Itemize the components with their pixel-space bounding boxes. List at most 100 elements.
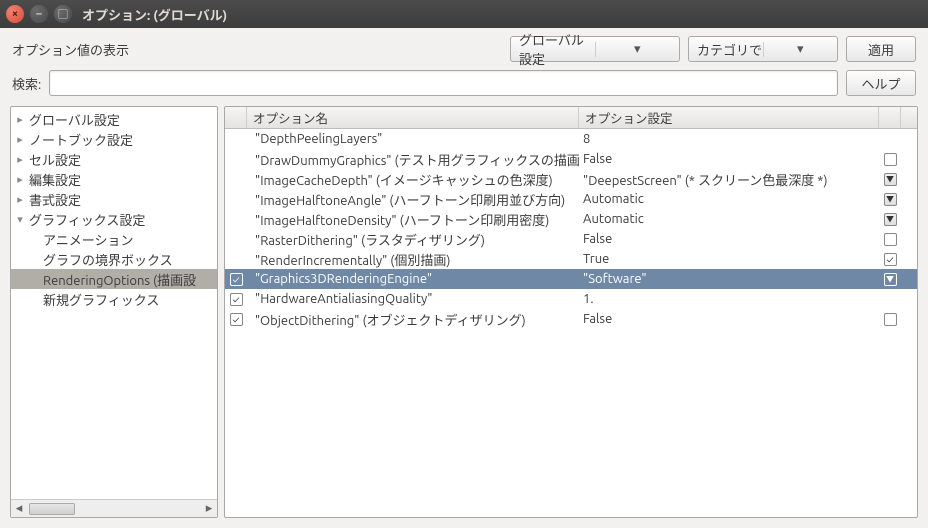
maximize-icon[interactable]: □ <box>54 5 72 23</box>
tree-expand-icon[interactable]: ▸ <box>13 113 27 126</box>
option-control-cell <box>879 213 901 226</box>
help-button[interactable]: ヘルプ <box>846 70 916 96</box>
option-row[interactable]: "ImageHalftoneAngle" (ハーフトーン印刷用並び方向)Auto… <box>225 189 917 209</box>
option-name: "Graphics3DRenderingEngine" <box>247 272 579 286</box>
option-checkbox[interactable] <box>884 313 897 326</box>
option-row[interactable]: "ImageCacheDepth" (イメージキャッシュの色深度)"Deepes… <box>225 169 917 189</box>
option-name: "DrawDummyGraphics" (テスト用グラフィックスの描画) <box>247 150 579 169</box>
tree-item[interactable]: ▾グラフィックス設定 <box>11 209 217 229</box>
option-checkbox[interactable] <box>884 233 897 246</box>
scroll-thumb[interactable] <box>29 503 75 515</box>
option-value[interactable]: False <box>579 232 879 246</box>
option-row[interactable]: "RenderIncrementally" (個別描画)True <box>225 249 917 269</box>
option-name: "RasterDithering" (ラスタディザリング) <box>247 230 579 249</box>
tree-item[interactable]: ▸編集設定 <box>11 169 217 189</box>
dropdown-icon[interactable] <box>884 213 897 226</box>
tree-item[interactable]: 新規グラフィックス <box>11 289 217 309</box>
row-leading-checkbox-cell <box>225 273 247 286</box>
option-row[interactable]: "DrawDummyGraphics" (テスト用グラフィックスの描画)Fals… <box>225 149 917 169</box>
tree-expand-icon[interactable]: ▸ <box>13 153 27 166</box>
option-value[interactable]: "DeepestScreen" (* スクリーン色最深度 *) <box>579 170 879 189</box>
option-row[interactable]: "HardwareAntialiasingQuality"1. <box>225 289 917 309</box>
grid-body[interactable]: "DepthPeelingLayers"8"DrawDummyGraphics"… <box>225 129 917 517</box>
tree-item[interactable]: ▸ノートブック設定 <box>11 129 217 149</box>
option-row[interactable]: "DepthPeelingLayers"8 <box>225 129 917 149</box>
tree-item[interactable]: ▸書式設定 <box>11 189 217 209</box>
tree-item-label: セル設定 <box>29 150 81 169</box>
option-control-cell <box>879 233 901 246</box>
dropdown-icon[interactable] <box>884 173 897 186</box>
scroll-left-icon[interactable]: ◂ <box>11 501 27 516</box>
tree-item-label: グローバル設定 <box>29 110 120 129</box>
view-combo-value: カテゴリで <box>697 40 763 59</box>
tree-item[interactable]: グラフの境界ボックス <box>11 249 217 269</box>
apply-button[interactable]: 適用 <box>846 36 916 62</box>
option-control-cell <box>879 253 901 266</box>
dropdown-icon[interactable] <box>884 273 897 286</box>
option-value[interactable]: Automatic <box>579 192 879 206</box>
option-row[interactable]: "RasterDithering" (ラスタディザリング)False <box>225 229 917 249</box>
scope-combo[interactable]: グローバル設定 ▾ <box>510 36 680 62</box>
tree-item[interactable]: アニメーション <box>11 229 217 249</box>
tree-item-label: RenderingOptions (描画設 <box>43 270 196 289</box>
tree-hscrollbar[interactable]: ◂ ▸ <box>11 499 217 517</box>
option-control-cell <box>879 153 901 166</box>
row-leading-checkbox[interactable] <box>230 273 243 286</box>
option-checkbox[interactable] <box>884 253 897 266</box>
tree-expand-icon[interactable]: ▾ <box>13 213 27 226</box>
tree-panel: ▸グローバル設定▸ノートブック設定▸セル設定▸編集設定▸書式設定▾グラフィックス… <box>10 106 218 518</box>
option-row[interactable]: "ImageHalftoneDensity" (ハーフトーン印刷用密度)Auto… <box>225 209 917 229</box>
body: ▸グローバル設定▸ノートブック設定▸セル設定▸編集設定▸書式設定▾グラフィックス… <box>0 106 928 528</box>
titlebar: × – □ オプション: (グローバル) <box>0 0 928 28</box>
option-name: "HardwareAntialiasingQuality" <box>247 292 579 306</box>
grid-header-value[interactable]: オプション設定 <box>579 107 879 128</box>
option-name: "ImageCacheDepth" (イメージキャッシュの色深度) <box>247 170 579 189</box>
tree-expand-icon[interactable]: ▸ <box>13 193 27 206</box>
tree-item-label: グラフィックス設定 <box>29 210 145 229</box>
option-value[interactable]: 1. <box>579 292 879 306</box>
scope-combo-value: グローバル設定 <box>519 30 595 68</box>
window-title: オプション: (グローバル) <box>82 5 227 24</box>
tree-expand-icon[interactable]: ▸ <box>13 173 27 186</box>
tree-item[interactable]: ▸セル設定 <box>11 149 217 169</box>
grid-header: オプション名 オプション設定 <box>225 107 917 129</box>
option-control-cell <box>879 173 901 186</box>
tree-item[interactable]: RenderingOptions (描画設 <box>11 269 217 289</box>
grid-header-name[interactable]: オプション名 <box>247 107 579 128</box>
tree-item-label: ノートブック設定 <box>29 130 133 149</box>
option-checkbox[interactable] <box>884 153 897 166</box>
dropdown-icon[interactable] <box>884 193 897 206</box>
grid-header-checkbox <box>225 107 247 128</box>
tree-item-label: アニメーション <box>43 230 133 249</box>
row-leading-checkbox-cell <box>225 313 247 326</box>
option-value[interactable]: "Software" <box>579 272 879 286</box>
minimize-icon[interactable]: – <box>30 5 48 23</box>
option-value[interactable]: Automatic <box>579 212 879 226</box>
option-name: "ObjectDithering" (オブジェクトディザリング) <box>247 310 579 329</box>
view-combo[interactable]: カテゴリで ▾ <box>688 36 838 62</box>
tree-item-label: グラフの境界ボックス <box>43 250 173 269</box>
option-value[interactable]: False <box>579 312 879 326</box>
tree-expand-icon[interactable]: ▸ <box>13 133 27 146</box>
tree-item-label: 編集設定 <box>29 170 81 189</box>
tree[interactable]: ▸グローバル設定▸ノートブック設定▸セル設定▸編集設定▸書式設定▾グラフィックス… <box>11 107 217 499</box>
option-value[interactable]: True <box>579 252 879 266</box>
option-value[interactable]: False <box>579 152 879 166</box>
option-row[interactable]: "Graphics3DRenderingEngine""Software" <box>225 269 917 289</box>
option-name: "DepthPeelingLayers" <box>247 132 579 146</box>
tree-item-label: 新規グラフィックス <box>43 290 159 309</box>
search-row: 検索: ヘルプ <box>0 66 928 106</box>
options-grid: オプション名 オプション設定 "DepthPeelingLayers"8"Dra… <box>224 106 918 518</box>
row-leading-checkbox-cell <box>225 293 247 306</box>
option-row[interactable]: "ObjectDithering" (オブジェクトディザリング)False <box>225 309 917 329</box>
row-leading-checkbox[interactable] <box>230 293 243 306</box>
tree-item[interactable]: ▸グローバル設定 <box>11 109 217 129</box>
grid-header-control <box>879 107 901 128</box>
option-control-cell <box>879 193 901 206</box>
row-leading-checkbox[interactable] <box>230 313 243 326</box>
close-icon[interactable]: × <box>6 5 24 23</box>
tree-item-label: 書式設定 <box>29 190 81 209</box>
option-value[interactable]: 8 <box>579 132 879 146</box>
scroll-right-icon[interactable]: ▸ <box>201 501 217 516</box>
search-input[interactable] <box>49 70 838 96</box>
